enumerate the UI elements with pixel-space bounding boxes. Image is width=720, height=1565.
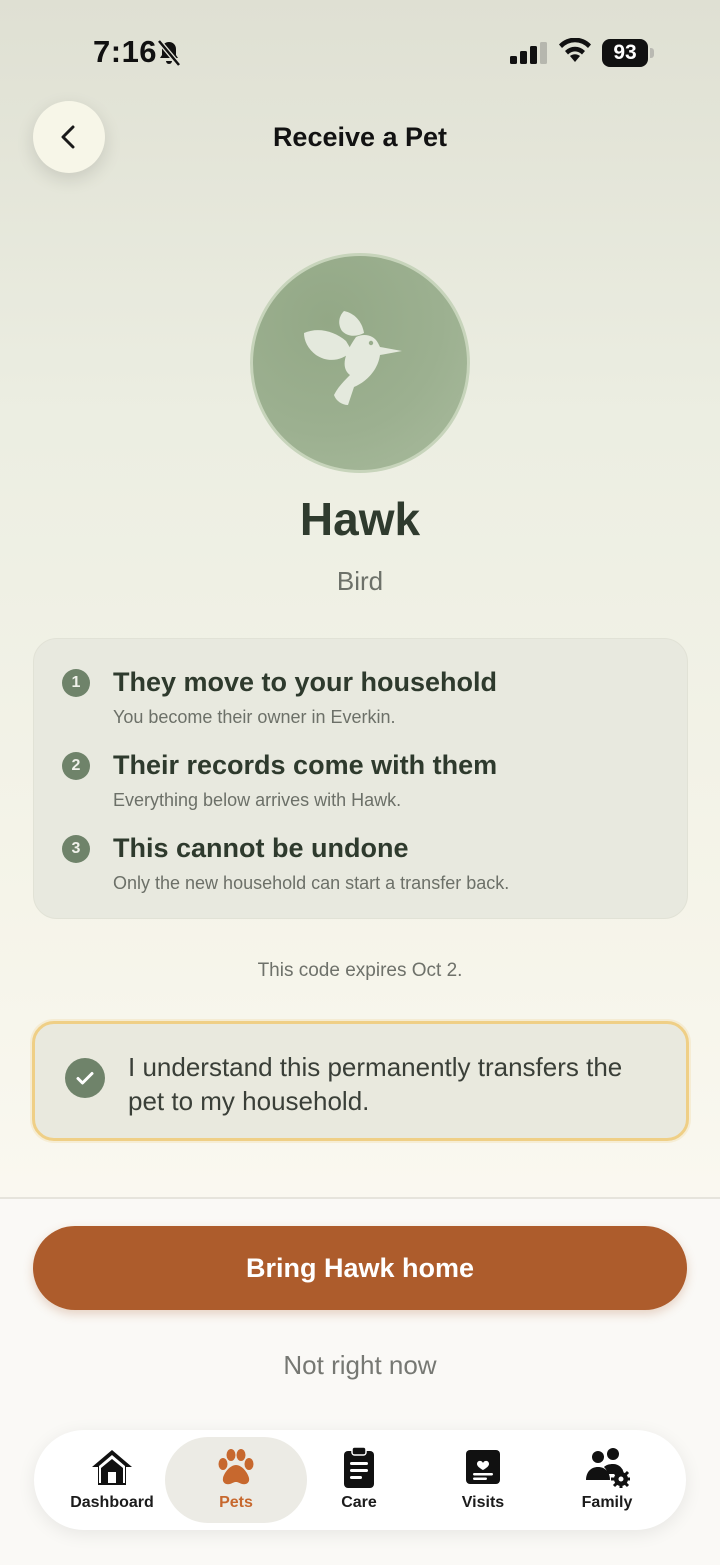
hummingbird-icon bbox=[304, 311, 402, 405]
tab-label: Care bbox=[341, 1494, 377, 1511]
confirm-text: I understand this permanently transfers … bbox=[128, 1052, 623, 1116]
code-expiry-note: This code expires Oct 2. bbox=[257, 960, 463, 981]
page-title: Receive a Pet bbox=[272, 122, 448, 152]
battery-indicator: 93 bbox=[602, 39, 654, 67]
checkmark-icon bbox=[76, 1072, 94, 1085]
tab-label: Dashboard bbox=[70, 1494, 154, 1511]
transfer-steps-card: 1 They move to your household You become… bbox=[33, 638, 688, 919]
step-number-badge: 1 bbox=[62, 669, 90, 697]
confirm-transfer-checkbox[interactable]: I understand this permanently transfers … bbox=[32, 1021, 689, 1141]
people-gear-icon bbox=[586, 1448, 630, 1488]
pet-avatar bbox=[250, 253, 470, 473]
checkbox-checked-indicator[interactable] bbox=[65, 1058, 105, 1098]
step-title: Their records come with them bbox=[113, 750, 498, 780]
wifi-icon bbox=[559, 38, 591, 62]
step-title: They move to your household bbox=[113, 667, 498, 697]
tab-label: Visits bbox=[461, 1494, 505, 1511]
tab-pets[interactable]: Pets bbox=[165, 1437, 307, 1523]
battery-level: 93 bbox=[602, 39, 648, 67]
house-icon bbox=[92, 1450, 132, 1485]
step-number-badge: 3 bbox=[62, 835, 90, 863]
step-number-badge: 2 bbox=[62, 752, 90, 780]
cellular-signal-icon bbox=[510, 42, 547, 64]
divider bbox=[0, 1197, 720, 1199]
heart-list-icon bbox=[466, 1450, 500, 1484]
not-right-now-button[interactable]: Not right now bbox=[0, 1350, 720, 1381]
status-time: 7:16 bbox=[93, 34, 158, 69]
status-bar: 7:16 93 bbox=[0, 0, 720, 100]
tab-family[interactable]: Family bbox=[545, 1430, 669, 1530]
paw-icon bbox=[218, 1449, 254, 1485]
tab-bar: Dashboard Pets Care Visits Family bbox=[34, 1430, 686, 1530]
pet-name: Hawk bbox=[299, 493, 421, 545]
battery-tip bbox=[650, 48, 654, 58]
tab-label: Family bbox=[581, 1494, 633, 1511]
bell-slash-icon bbox=[157, 39, 181, 67]
bring-home-button[interactable]: Bring Hawk home bbox=[33, 1226, 687, 1310]
clipboard-icon bbox=[344, 1446, 374, 1488]
step-subtitle: Everything below arrives with Hawk. bbox=[113, 790, 402, 810]
tab-care[interactable]: Care bbox=[297, 1430, 421, 1530]
tab-visits[interactable]: Visits bbox=[421, 1430, 545, 1530]
step-subtitle: Only the new household can start a trans… bbox=[113, 873, 510, 893]
tab-label: Pets bbox=[219, 1494, 253, 1511]
step-title: This cannot be undone bbox=[113, 833, 409, 863]
tab-dashboard[interactable]: Dashboard bbox=[50, 1430, 174, 1530]
pet-species: Bird bbox=[336, 566, 384, 596]
step-subtitle: You become their owner in Everkin. bbox=[113, 707, 396, 727]
